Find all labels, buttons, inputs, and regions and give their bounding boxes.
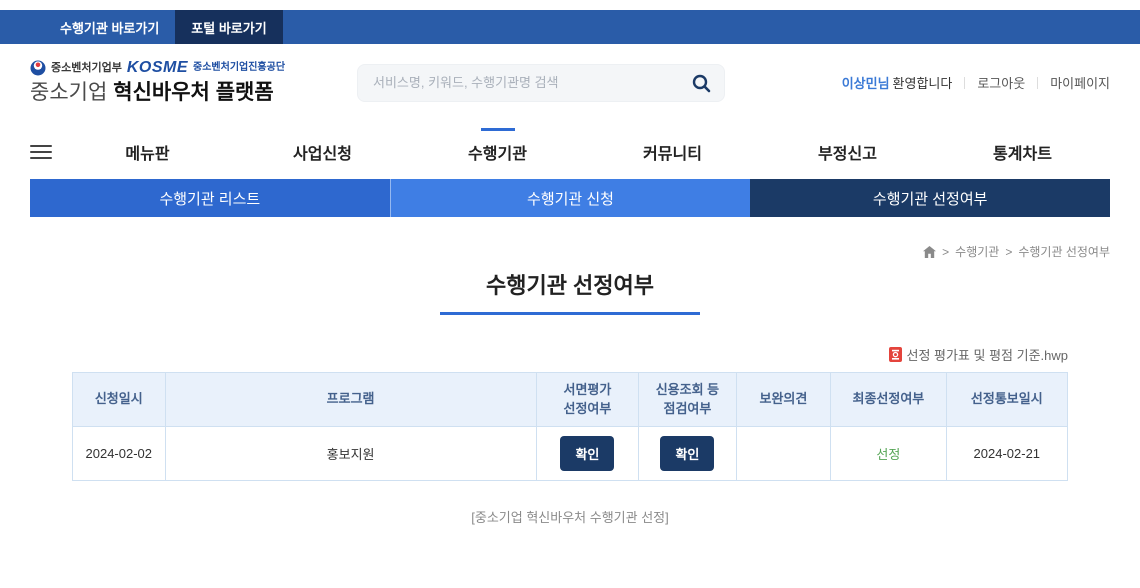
title-section: 수행기관 선정여부 xyxy=(0,268,1140,315)
hamburger-menu-icon[interactable] xyxy=(30,145,52,159)
site-title-prefix: 중소기업 xyxy=(30,81,107,104)
breadcrumb: > 수행기관 > 수행기관 선정여부 xyxy=(30,243,1110,260)
main-nav: 메뉴판 사업신청 수행기관 커뮤니티 부정신고 통계차트 xyxy=(0,125,1140,179)
kosme-logo-text: KOSME xyxy=(127,60,188,76)
col-credit-check: 신용조회 등 점검여부 xyxy=(639,373,737,427)
footer-note: [중소기업 혁신바우처 수행기관 선정] xyxy=(0,507,1140,526)
nav-item-community[interactable]: 커뮤니티 xyxy=(585,140,760,164)
site-header: 중소벤처기업부 KOSME 중소벤처기업진흥공단 중소기업 혁신바우처 플랫폼 이… xyxy=(0,44,1140,125)
government-emblem-icon xyxy=(30,60,46,76)
nav-item-statistics[interactable]: 통계차트 xyxy=(935,140,1110,164)
divider xyxy=(964,77,965,89)
nav-item-performing-org[interactable]: 수행기관 xyxy=(410,140,585,164)
subnav-org-selection-status[interactable]: 수행기관 선정여부 xyxy=(750,179,1110,217)
user-area: 이상민님환영합니다 로그아웃 마이페이지 xyxy=(842,73,1110,92)
cell-supplement-opinion xyxy=(736,427,831,481)
cell-final-selection: 선정 xyxy=(831,427,946,481)
search-icon xyxy=(691,73,711,93)
subnav-org-list[interactable]: 수행기관 리스트 xyxy=(30,179,390,217)
col-final-selection: 최종선정여부 xyxy=(831,373,946,427)
col-supplement-opinion: 보완의견 xyxy=(736,373,831,427)
greeting-text: 환영합니다 xyxy=(893,76,953,91)
selection-status-table: 신청일시 프로그램 서면평가 선정여부 신용조회 등 점검여부 보완의견 최종선… xyxy=(72,372,1068,481)
table-header-row: 신청일시 프로그램 서면평가 선정여부 신용조회 등 점검여부 보완의견 최종선… xyxy=(73,373,1068,427)
logout-link[interactable]: 로그아웃 xyxy=(977,73,1025,92)
shortcut-portal[interactable]: 포털 바로가기 xyxy=(175,10,282,44)
user-name: 이상민님 xyxy=(842,76,890,91)
attachment-label: 선정 평가표 및 평점 기준.hwp xyxy=(906,345,1068,364)
kosme-subtitle: 중소벤처기업진흥공단 xyxy=(193,63,285,73)
hwp-file-icon xyxy=(889,347,902,362)
site-title: 혁신바우처 플랫폼 xyxy=(113,81,273,104)
nav-item-fraud-report[interactable]: 부정신고 xyxy=(760,140,935,164)
site-logo[interactable]: 중소벤처기업부 KOSME 중소벤처기업진흥공단 중소기업 혁신바우처 플랫폼 xyxy=(30,60,285,105)
cell-credit-check: 확인 xyxy=(639,427,737,481)
mypage-link[interactable]: 마이페이지 xyxy=(1050,73,1110,92)
page-title: 수행기관 선정여부 xyxy=(440,268,700,315)
nav-item-business-apply[interactable]: 사업신청 xyxy=(235,140,410,164)
breadcrumb-separator: > xyxy=(1005,245,1012,259)
col-program: 프로그램 xyxy=(165,373,536,427)
col-doc-review: 서면평가 선정여부 xyxy=(536,373,638,427)
shortcut-performing-org[interactable]: 수행기관 바로가기 xyxy=(44,10,175,44)
sub-nav: 수행기관 리스트 수행기관 신청 수행기관 선정여부 xyxy=(30,179,1110,217)
table-row: 2024-02-02 홍보지원 확인 확인 선정 2024-02-21 xyxy=(73,427,1068,481)
breadcrumb-performing-org[interactable]: 수행기관 xyxy=(955,243,999,260)
ministry-label: 중소벤처기업부 xyxy=(51,63,122,74)
cell-program: 홍보지원 xyxy=(165,427,536,481)
search-input[interactable] xyxy=(371,74,691,91)
cell-applied-at: 2024-02-02 xyxy=(73,427,166,481)
cell-notified-at: 2024-02-21 xyxy=(946,427,1067,481)
attachment-link[interactable]: 선정 평가표 및 평점 기준.hwp xyxy=(889,345,1068,364)
status-selected-badge: 선정 xyxy=(876,447,900,462)
divider xyxy=(1037,77,1038,89)
doc-review-confirm-button[interactable]: 확인 xyxy=(560,436,614,471)
search-button[interactable] xyxy=(691,73,711,93)
col-notified-at: 선정통보일시 xyxy=(946,373,1067,427)
search-box xyxy=(357,64,725,102)
breadcrumb-separator: > xyxy=(942,245,949,259)
breadcrumb-current-page: 수행기관 선정여부 xyxy=(1018,243,1110,260)
col-applied-at: 신청일시 xyxy=(73,373,166,427)
subnav-org-apply[interactable]: 수행기관 신청 xyxy=(390,179,751,217)
cell-doc-review: 확인 xyxy=(536,427,638,481)
nav-item-menu-board[interactable]: 메뉴판 xyxy=(60,140,235,164)
home-icon[interactable] xyxy=(923,246,936,258)
attachment-row: 선정 평가표 및 평점 기준.hwp xyxy=(72,345,1068,364)
credit-check-confirm-button[interactable]: 확인 xyxy=(660,436,714,471)
top-utility-bar: 수행기관 바로가기 포털 바로가기 xyxy=(0,10,1140,44)
welcome-message: 이상민님환영합니다 xyxy=(842,73,953,92)
